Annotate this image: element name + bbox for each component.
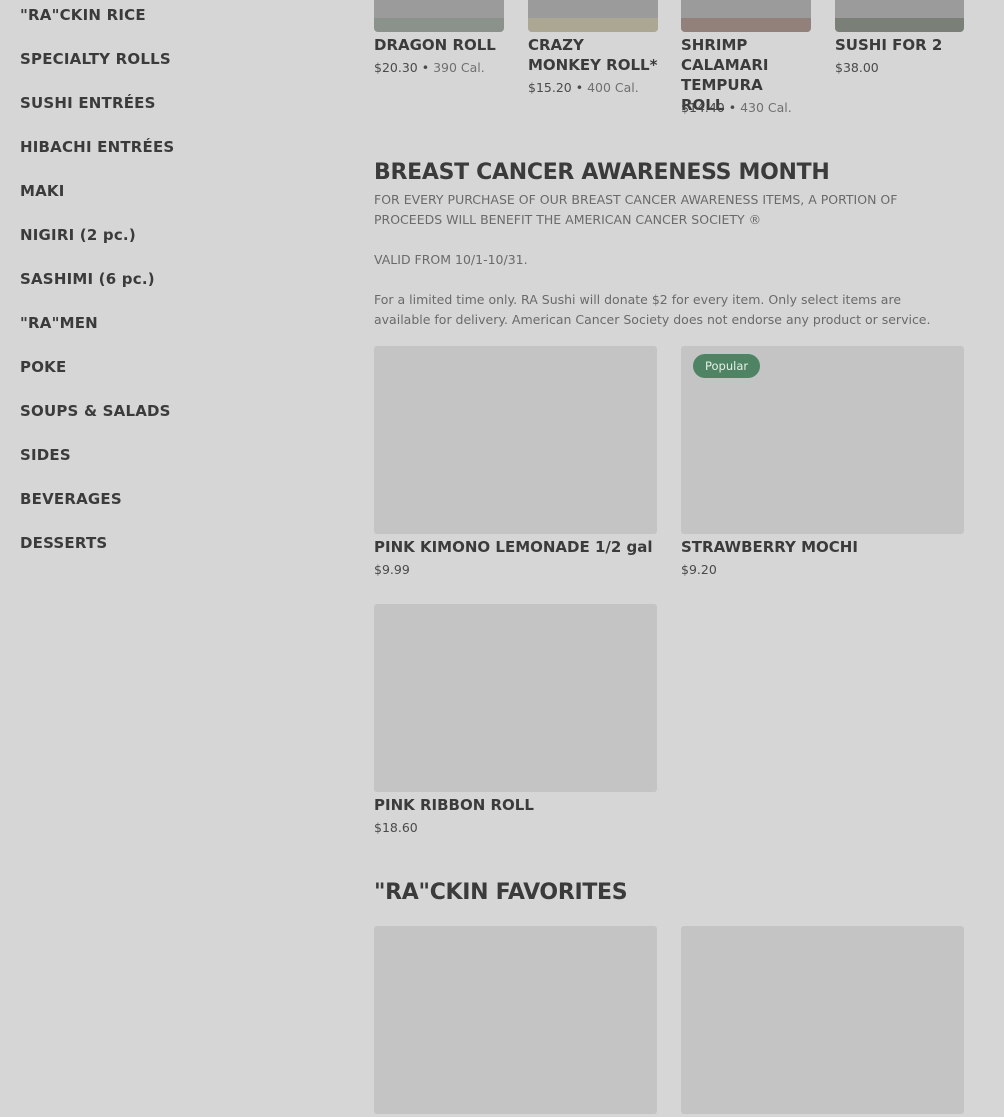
sidebar-item-nigiri[interactable]: NIGIRI (2 pc.) xyxy=(20,226,136,244)
section-title-favorites: "RA"CKIN FAVORITES xyxy=(374,880,628,905)
item-image xyxy=(374,604,657,792)
item-calories: 400 Cal. xyxy=(587,80,639,95)
sidebar-item-beverages[interactable]: BEVERAGES xyxy=(20,490,122,508)
item-price: $18.60 xyxy=(374,820,418,835)
sidebar-item-ramen[interactable]: "RA"MEN xyxy=(20,314,98,332)
sidebar-item-sides[interactable]: SIDES xyxy=(20,446,71,464)
section-description: FOR EVERY PURCHASE OF OUR BREAST CANCER … xyxy=(374,192,898,227)
item-calories: 390 Cal. xyxy=(433,60,485,75)
item-image xyxy=(681,926,964,1114)
item-calories: 430 Cal. xyxy=(740,100,792,115)
sidebar-item-poke[interactable]: POKE xyxy=(20,358,66,376)
popular-badge: Popular xyxy=(693,354,761,378)
item-meta: $15.20 • 400 Cal. xyxy=(528,80,639,95)
item-name: PINK RIBBON ROLL xyxy=(374,796,534,814)
section-validity: VALID FROM 10/1-10/31. xyxy=(374,252,528,267)
item-image xyxy=(374,0,504,32)
sidebar-item-sashimi[interactable]: SASHIMI (6 pc.) xyxy=(20,270,155,288)
item-price: $9.99 xyxy=(374,562,410,577)
item-name: SUSHI FOR 2 xyxy=(835,36,943,54)
item-name: DRAGON ROLL xyxy=(374,36,496,54)
sidebar-item-hibachi-entrees[interactable]: HIBACHI ENTRÉES xyxy=(20,138,174,156)
sidebar-item-soups-salads[interactable]: SOUPS & SALADS xyxy=(20,402,171,420)
item-name: CRAZY MONKEY ROLL* xyxy=(528,36,658,74)
item-meta: $20.30 • 390 Cal. xyxy=(374,60,485,75)
item-image xyxy=(374,346,657,534)
sidebar-item-racking-rice[interactable]: "RA"CKIN RICE xyxy=(20,6,146,24)
item-image xyxy=(528,0,658,32)
item-price: $15.20 xyxy=(528,80,572,95)
sidebar-item-maki[interactable]: MAKI xyxy=(20,182,65,200)
item-image xyxy=(835,0,964,32)
sidebar-item-desserts[interactable]: DESSERTS xyxy=(20,534,107,552)
sidebar-item-specialty-rolls[interactable]: SPECIALTY ROLLS xyxy=(20,50,171,68)
item-meta: $14.40 • 430 Cal. xyxy=(681,100,792,115)
item-meta: $38.00 xyxy=(835,60,879,75)
item-name: PINK KIMONO LEMONADE 1/2 gal xyxy=(374,538,653,556)
item-price: $9.20 xyxy=(681,562,717,577)
item-price: $38.00 xyxy=(835,60,879,75)
item-image: Popular xyxy=(681,346,964,534)
sidebar-item-sushi-entrees[interactable]: SUSHI ENTRÉES xyxy=(20,94,156,112)
item-price: $14.40 xyxy=(681,100,725,115)
item-image xyxy=(374,926,657,1114)
item-name: STRAWBERRY MOCHI xyxy=(681,538,858,556)
item-price: $20.30 xyxy=(374,60,418,75)
section-disclaimer: For a limited time only. RA Sushi will d… xyxy=(374,292,931,327)
section-title-bcam: BREAST CANCER AWARENESS MONTH xyxy=(374,160,830,185)
item-image xyxy=(681,0,811,32)
